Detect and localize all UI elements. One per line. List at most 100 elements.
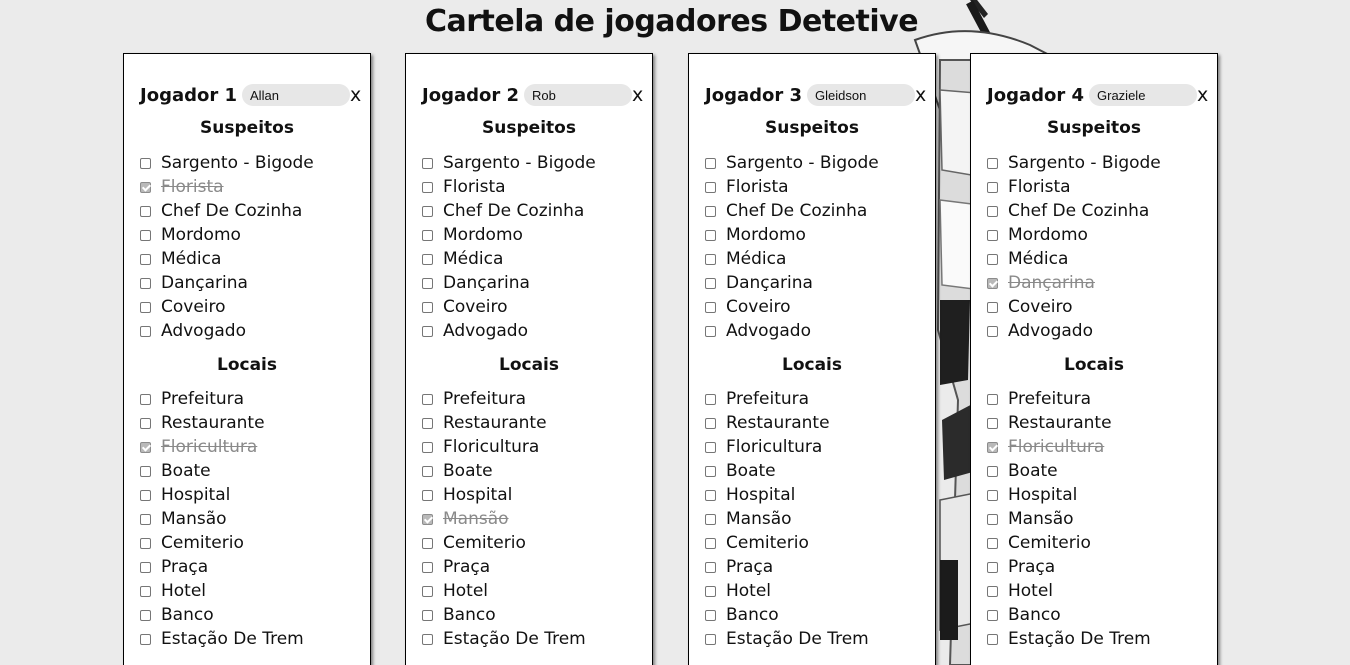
checklist-item[interactable]: Mordomo [422,223,596,247]
checked-checkbox[interactable] [987,277,998,289]
checklist-item[interactable]: Mordomo [705,223,879,247]
checkbox[interactable] [140,301,151,313]
checkbox[interactable] [987,253,998,265]
close-player-button[interactable]: x [915,85,926,105]
checkbox[interactable] [422,325,433,337]
checkbox[interactable] [422,229,433,241]
checklist-item[interactable]: Advogado [987,319,1161,343]
checkbox[interactable] [422,157,433,169]
checkbox[interactable] [705,253,716,265]
checklist-item[interactable]: Praça [705,555,869,579]
checklist-item[interactable]: Estação De Trem [987,627,1151,651]
checklist-item[interactable]: Hotel [987,579,1151,603]
checklist-item[interactable]: Coveiro [705,295,879,319]
checklist-item[interactable]: Chef De Cozinha [987,199,1161,223]
checklist-item[interactable]: Praça [987,555,1151,579]
checkbox[interactable] [987,229,998,241]
checklist-item[interactable]: Boate [987,459,1151,483]
checklist-item[interactable]: Hotel [140,579,304,603]
checklist-item[interactable]: Dançarina [705,271,879,295]
checkbox[interactable] [422,393,433,405]
close-player-button[interactable]: x [350,85,361,105]
checklist-item[interactable]: Dançarina [140,271,314,295]
checklist-item[interactable]: Banco [140,603,304,627]
checkbox[interactable] [140,633,151,645]
checklist-item[interactable]: Cemiterio [140,531,304,555]
checklist-item[interactable]: Mordomo [987,223,1161,247]
checkbox[interactable] [140,489,151,501]
checkbox[interactable] [987,489,998,501]
checklist-item[interactable]: Praça [140,555,304,579]
checkbox[interactable] [705,229,716,241]
checklist-item[interactable]: Mordomo [140,223,314,247]
checklist-item[interactable]: Florista [422,175,596,199]
checkbox[interactable] [987,301,998,313]
checkbox[interactable] [705,205,716,217]
checklist-item[interactable]: Dançarina [422,271,596,295]
checklist-item[interactable]: Sargento - Bigode [987,151,1161,175]
checklist-item[interactable]: Florista [705,175,879,199]
checkbox[interactable] [987,325,998,337]
checkbox[interactable] [987,609,998,621]
checkbox[interactable] [705,393,716,405]
checklist-item[interactable]: Médica [140,247,314,271]
player-name-input[interactable] [1089,84,1198,106]
checkbox[interactable] [987,417,998,429]
checklist-item[interactable]: Floricultura [705,435,869,459]
checklist-item[interactable]: Hotel [705,579,869,603]
checklist-item[interactable]: Dançarina [987,271,1161,295]
checkbox[interactable] [422,585,433,597]
checkbox[interactable] [422,633,433,645]
checklist-item[interactable]: Advogado [705,319,879,343]
checkbox[interactable] [705,441,716,453]
checked-checkbox[interactable] [140,181,151,193]
checklist-item[interactable]: Estação De Trem [422,627,586,651]
checklist-item[interactable]: Mansão [987,507,1151,531]
checkbox[interactable] [140,465,151,477]
checkbox[interactable] [140,585,151,597]
checkbox[interactable] [140,561,151,573]
checkbox[interactable] [422,441,433,453]
checklist-item[interactable]: Boate [422,459,586,483]
checklist-item[interactable]: Cemiterio [705,531,869,555]
checklist-item[interactable]: Chef De Cozinha [140,199,314,223]
checklist-item[interactable]: Prefeitura [140,387,304,411]
checkbox[interactable] [140,253,151,265]
checklist-item[interactable]: Cemiterio [987,531,1151,555]
checklist-item[interactable]: Médica [987,247,1161,271]
checkbox[interactable] [705,277,716,289]
checkbox[interactable] [140,229,151,241]
checklist-item[interactable]: Médica [422,247,596,271]
checklist-item[interactable]: Chef De Cozinha [422,199,596,223]
checkbox[interactable] [705,633,716,645]
checklist-item[interactable]: Hospital [987,483,1151,507]
checklist-item[interactable]: Estação De Trem [705,627,869,651]
checkbox[interactable] [422,609,433,621]
checklist-item[interactable]: Prefeitura [422,387,586,411]
checklist-item[interactable]: Sargento - Bigode [422,151,596,175]
checklist-item[interactable]: Advogado [422,319,596,343]
checkbox[interactable] [705,157,716,169]
checkbox[interactable] [705,609,716,621]
checkbox[interactable] [705,537,716,549]
checklist-item[interactable]: Boate [140,459,304,483]
checklist-item[interactable]: Advogado [140,319,314,343]
checklist-item[interactable]: Coveiro [140,295,314,319]
checklist-item[interactable]: Restaurante [422,411,586,435]
checklist-item[interactable]: Cemiterio [422,531,586,555]
checkbox[interactable] [705,181,716,193]
checkbox[interactable] [422,205,433,217]
checkbox[interactable] [422,181,433,193]
checkbox[interactable] [140,205,151,217]
checklist-item[interactable]: Prefeitura [987,387,1151,411]
checklist-item[interactable]: Banco [987,603,1151,627]
checklist-item[interactable]: Mansão [422,507,586,531]
checkbox[interactable] [705,513,716,525]
checklist-item[interactable]: Florista [987,175,1161,199]
checked-checkbox[interactable] [422,513,433,525]
checkbox[interactable] [422,465,433,477]
checkbox[interactable] [422,537,433,549]
checked-checkbox[interactable] [140,441,151,453]
checklist-item[interactable]: Banco [705,603,869,627]
player-name-input[interactable] [807,84,916,106]
